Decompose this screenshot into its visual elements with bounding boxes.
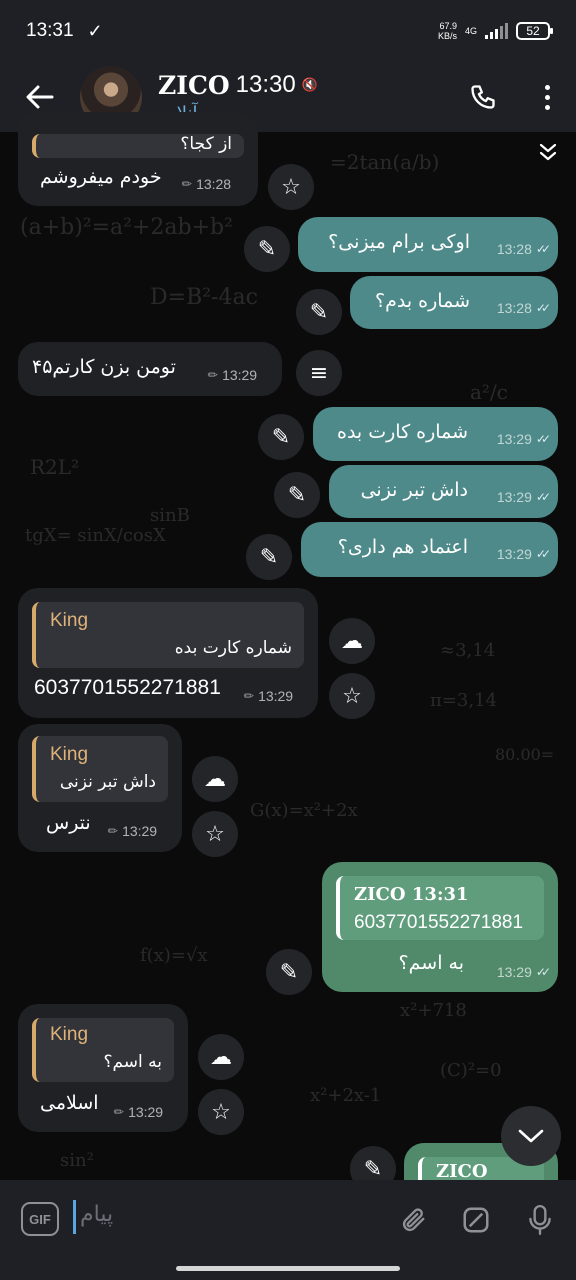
menu-lines-icon[interactable]: ≡: [296, 350, 342, 396]
star-icon[interactable]: ☆: [192, 811, 238, 857]
message-meta: ✎ 13:28: [178, 175, 232, 193]
sticker-icon[interactable]: [456, 1200, 496, 1240]
message-bubble-outgoing[interactable]: اوکی برام میزنی؟ 13:28 ✓✓: [298, 217, 558, 272]
reply-quote: از کجا؟: [32, 134, 244, 158]
message-input[interactable]: پیام: [80, 1202, 113, 1227]
reply-quote[interactable]: King داش تبر نزنی: [32, 736, 168, 802]
reply-text: از کجا؟: [180, 134, 232, 154]
message-bubble-outgoing[interactable]: شماره کارت بده 13:29 ✓✓: [313, 407, 558, 461]
message-bubble-incoming[interactable]: از کجا؟ خودم میفروشم ✎ 13:28: [18, 112, 258, 206]
home-gesture-pill[interactable]: [176, 1266, 400, 1271]
more-menu-icon[interactable]: [522, 72, 572, 122]
message-bubble-incoming[interactable]: ۴۵تومن بزن کارتم ✎ 13:29: [18, 342, 282, 396]
message-text: شماره کارت بده: [336, 421, 468, 443]
message-meta: 13:29 ✓✓: [496, 964, 551, 980]
read-ticks-icon: ✓✓: [535, 490, 551, 504]
scroll-down-chevron-icon[interactable]: [501, 1106, 561, 1166]
message-bubble-incoming[interactable]: King داش تبر نزنی نترس ✎ 13:29: [18, 724, 182, 852]
network-type: 4G: [464, 26, 477, 36]
reply-quote[interactable]: King شماره کارت بده: [32, 602, 304, 668]
status-time: 13:31: [26, 20, 74, 41]
pencil-icon[interactable]: ✎: [246, 534, 292, 580]
star-icon[interactable]: ☆: [329, 673, 375, 719]
message-bubble-outgoing[interactable]: شماره بدم؟ 13:28 ✓✓: [350, 276, 558, 329]
read-ticks-icon: ✓✓: [535, 547, 551, 561]
microphone-icon[interactable]: [520, 1200, 560, 1240]
contact-name: ZICO: [158, 70, 230, 100]
message-text: شماره بدم؟: [375, 290, 470, 312]
edited-pencil-icon: ✎: [104, 822, 122, 840]
read-ticks-icon: ✓✓: [535, 432, 551, 446]
message-meta: 13:29 ✓✓: [496, 546, 551, 562]
check-icon: ✓: [87, 20, 103, 41]
reply-quote[interactable]: King به اسم؟: [32, 1018, 174, 1082]
message-meta: 13:28 ✓✓: [496, 241, 551, 257]
message-meta: ✎ 13:29: [110, 1103, 164, 1121]
battery-icon: 52: [516, 22, 553, 40]
message-text: خودم میفروشم: [40, 166, 162, 188]
text-cursor: [73, 1200, 76, 1234]
status-bar: 13:31 ✓ 67.9 KB/s 4G 52: [0, 0, 576, 62]
edited-pencil-icon: ✎: [204, 366, 222, 384]
message-meta: ✎ 13:29: [240, 687, 294, 705]
reply-text: 6037701552271881: [354, 912, 524, 933]
gif-button[interactable]: GIF: [21, 1202, 59, 1236]
read-ticks-icon: ✓✓: [535, 301, 551, 315]
mute-icon: 🔇: [301, 77, 318, 93]
message-meta: ✎ 13:29: [204, 366, 258, 384]
message-text: اوکی برام میزنی؟: [328, 231, 470, 253]
message-text: ۴۵تومن بزن کارتم: [32, 356, 176, 378]
reply-author: King: [50, 744, 89, 765]
message-bubble-outgoing[interactable]: ZICO 13:31 6037701552271881 به اسم؟ 13:2…: [322, 862, 558, 992]
message-text: داش تبر نزنی: [360, 479, 468, 501]
message-meta: 13:29 ✓✓: [496, 431, 551, 447]
signal-icon: [485, 23, 508, 39]
message-meta: 13:29 ✓✓: [496, 489, 551, 505]
cloud-icon[interactable]: ☁: [329, 618, 375, 664]
message-bubble-outgoing[interactable]: اعتماد هم داری؟ 13:29 ✓✓: [301, 522, 558, 577]
pencil-icon[interactable]: ✎: [266, 949, 312, 995]
message-text: به اسم؟: [398, 952, 464, 974]
message-input-bar: GIF پیام: [0, 1180, 576, 1260]
star-icon[interactable]: ☆: [198, 1089, 244, 1135]
message-text: اسلامی: [40, 1092, 99, 1114]
message-meta: 13:28 ✓✓: [496, 300, 551, 316]
message-text: اعتماد هم داری؟: [337, 536, 468, 558]
reply-author: King: [50, 610, 89, 631]
header-time: 13:30: [235, 71, 296, 98]
message-bubble-outgoing[interactable]: داش تبر نزنی 13:29 ✓✓: [329, 465, 558, 518]
message-bubble-incoming[interactable]: King به اسم؟ اسلامی ✎ 13:29: [18, 1004, 188, 1132]
network-speed: 67.9 KB/s: [437, 21, 457, 41]
phone-icon[interactable]: [458, 72, 508, 122]
edited-pencil-icon: ✎: [110, 1103, 128, 1121]
reply-text: داش تبر نزنی: [59, 772, 156, 792]
message-meta: ✎ 13:29: [104, 822, 158, 840]
reply-text: شماره کارت بده: [174, 638, 292, 658]
pencil-icon[interactable]: ✎: [244, 226, 290, 272]
star-icon[interactable]: ☆: [268, 164, 314, 210]
cloud-icon[interactable]: ☁: [192, 756, 238, 802]
reply-quote[interactable]: ZICO 13:31 6037701552271881: [336, 876, 544, 940]
edited-pencil-icon: ✎: [240, 687, 258, 705]
paperclip-icon[interactable]: [394, 1200, 434, 1240]
cloud-icon[interactable]: ☁: [198, 1034, 244, 1080]
reply-author: King: [50, 1024, 89, 1045]
read-ticks-icon: ✓✓: [535, 965, 551, 979]
pencil-icon[interactable]: ✎: [296, 289, 342, 335]
message-text: 6037701552271881: [34, 676, 221, 699]
pencil-icon[interactable]: ✎: [274, 472, 320, 518]
edited-pencil-icon: ✎: [178, 175, 196, 193]
reply-text: به اسم؟: [103, 1052, 162, 1072]
message-text: نترس: [46, 812, 91, 834]
scroll-to-top-chevron-icon[interactable]: [530, 134, 566, 170]
reply-author: ZICO 13:31: [354, 884, 469, 905]
message-bubble-incoming[interactable]: King شماره کارت بده 6037701552271881 ✎ 1…: [18, 588, 318, 718]
pencil-icon[interactable]: ✎: [258, 414, 304, 460]
read-ticks-icon: ✓✓: [535, 242, 551, 256]
